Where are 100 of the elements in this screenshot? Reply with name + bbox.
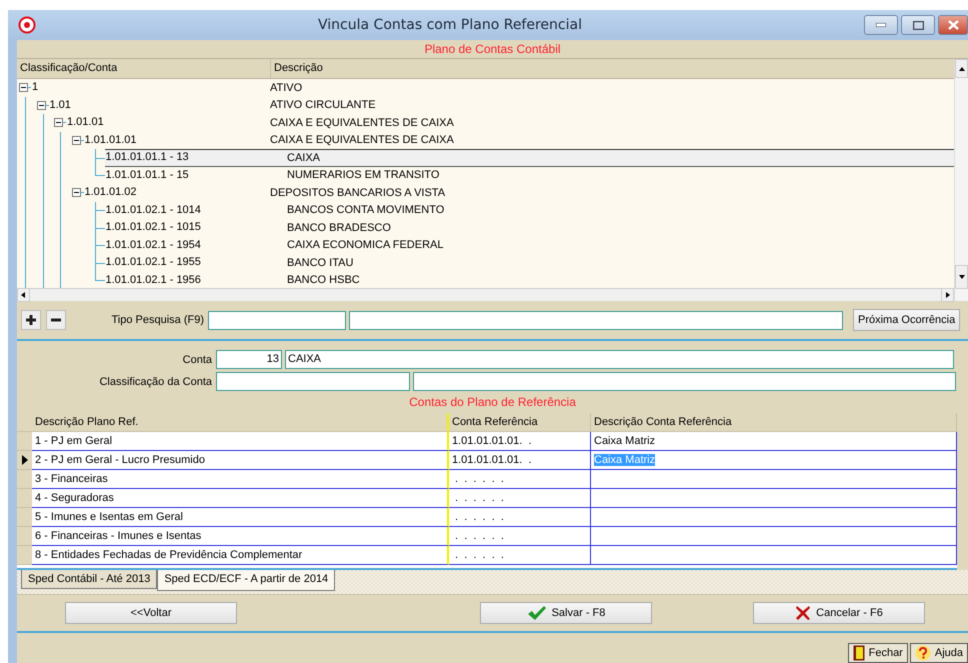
account-code: 1.01.01.02.1 - 1954 xyxy=(104,238,201,252)
column-header[interactable]: Descrição xyxy=(271,59,954,78)
tab[interactable]: Sped Contábil - Até 2013 xyxy=(21,570,158,589)
table-cell[interactable] xyxy=(591,546,957,565)
account-name-field[interactable]: CAIXA xyxy=(285,350,954,369)
account-description: CAIXA E EQUIVALENTES DE CAIXA xyxy=(270,134,454,146)
close-button[interactable]: Fechar xyxy=(848,643,908,663)
table-cell[interactable]: 2 - PJ em Geral - Lucro Presumido xyxy=(32,451,449,470)
table-cell[interactable]: 3 - Financeiras xyxy=(32,470,449,489)
account-description: CAIXA ECONOMICA FEDERAL xyxy=(286,239,444,252)
section-heading: Plano de Contas Contábil xyxy=(423,41,562,58)
tree-row-highlight[interactable]: 1 xyxy=(31,79,270,96)
column-header[interactable]: Classificação/Conta xyxy=(17,59,271,78)
vertical-scrollbar[interactable] xyxy=(954,59,968,301)
account-code: 1.01.01 xyxy=(66,115,104,130)
account-description: BANCOS CONTA MOVIMENTO xyxy=(286,204,444,216)
account-code: 1.01.01.02.1 - 1956 xyxy=(104,272,201,288)
table-cell[interactable] xyxy=(591,508,957,527)
tree-row-highlight[interactable]: CAIXA xyxy=(270,149,954,166)
expand-all-button[interactable] xyxy=(21,310,41,330)
tree-row-highlight[interactable]: BANCO BRADESCO xyxy=(270,219,954,236)
table-cell[interactable]: . . . . . . xyxy=(449,489,591,508)
down-arrow-icon xyxy=(958,273,966,281)
left-arrow-icon xyxy=(20,291,28,299)
minimize-icon xyxy=(876,23,886,27)
tree-row-highlight[interactable]: ATIVO xyxy=(270,79,954,96)
tree-row-highlight[interactable]: 1.01.01.02 xyxy=(84,184,270,202)
next-occurrence-button[interactable]: Próxima Ocorrência xyxy=(853,309,960,331)
account-code: 1.01.01.02 xyxy=(84,185,136,200)
search-field[interactable] xyxy=(349,310,843,330)
tree-row-highlight[interactable]: BANCO HSBC xyxy=(270,272,954,288)
table-cell[interactable] xyxy=(591,527,957,546)
account-code: 1.01.01.01.1 - 13 xyxy=(104,150,189,165)
table-cell[interactable]: 6 - Financeiras - Imunes e Isentas xyxy=(32,527,449,546)
tree-row-highlight[interactable]: 1.01.01.02.1 - 1956 xyxy=(104,272,270,288)
tree-row-highlight[interactable]: CAIXA E EQUIVALENTES DE CAIXA xyxy=(270,114,954,132)
account-label: Conta xyxy=(182,354,213,366)
minimize-button[interactable] xyxy=(864,15,898,35)
tree-row-highlight[interactable]: 1.01.01.01 xyxy=(84,132,270,149)
tree-row-highlight[interactable]: 1.01.01.02.1 - 1954 xyxy=(104,236,270,254)
account-code: 1.01.01.01 xyxy=(84,132,136,148)
table-cell[interactable]: 8 - Entidades Fechadas de Previdência Complementar xyxy=(32,546,449,565)
table-cell[interactable] xyxy=(591,470,957,489)
column-header[interactable]: Conta Referência xyxy=(449,413,591,432)
close-icon xyxy=(795,605,812,621)
help-button[interactable]: Ajuda xyxy=(910,643,968,663)
column-header[interactable]: Descrição Conta Referência xyxy=(591,413,957,432)
tree-row-highlight[interactable]: BANCOS CONTA MOVIMENTO xyxy=(270,202,954,219)
close-button[interactable] xyxy=(938,15,968,35)
tree-row-highlight[interactable]: 1.01 xyxy=(48,96,270,114)
horizontal-scrollbar[interactable] xyxy=(17,288,954,301)
search-type-field[interactable] xyxy=(208,310,346,330)
column-header[interactable]: Descrição Plano Ref. xyxy=(32,413,449,432)
close-icon xyxy=(948,20,958,30)
table-cell[interactable]: 5 - Imunes e Isentas em Geral xyxy=(32,508,449,527)
classification-description-field[interactable] xyxy=(413,372,956,391)
classification-field[interactable] xyxy=(216,372,410,391)
table-cell[interactable] xyxy=(591,489,957,508)
table-cell[interactable]: 1.01.01.01.01. . xyxy=(449,451,591,470)
collapse-all-button[interactable] xyxy=(46,310,66,330)
table-cell[interactable]: . . . . . . xyxy=(449,546,591,565)
checkmark-icon xyxy=(526,605,547,621)
account-code: 1.01 xyxy=(48,98,71,112)
table-cell[interactable]: 1.01.01.01.01. . xyxy=(449,432,591,451)
tree-row-highlight[interactable]: 1.01.01.01.1 - 13 xyxy=(104,149,270,166)
tree-row-highlight[interactable]: 1.01.01.02.1 - 1014 xyxy=(104,202,270,219)
window-title: Vincula Contas com Plano Referencial xyxy=(317,17,583,33)
tree-row-highlight[interactable]: 1.01.01.01.1 - 15 xyxy=(104,166,270,184)
account-description: NUMERARIOS EM TRANSITO xyxy=(286,169,440,182)
table-cell[interactable]: . . . . . . xyxy=(449,527,591,546)
tree-row-highlight[interactable]: CAIXA ECONOMICA FEDERAL xyxy=(270,236,954,254)
account-description: CAIXA E EQUIVALENTES DE CAIXA xyxy=(270,116,454,129)
account-code: 1.01.01.02.1 - 1014 xyxy=(104,202,201,218)
tree-row-highlight[interactable]: ATIVO CIRCULANTE xyxy=(270,96,954,114)
tree-row-highlight[interactable]: DEPOSITOS BANCARIOS A VISTA xyxy=(270,184,954,202)
row-header[interactable] xyxy=(17,451,32,470)
table-cell[interactable]: 4 - Seguradoras xyxy=(32,489,449,508)
table-cell[interactable]: Caixa Matriz xyxy=(591,432,957,451)
tree-row-highlight[interactable]: NUMERARIOS EM TRANSITO xyxy=(270,166,954,184)
account-code-field[interactable]: 13 xyxy=(216,350,282,369)
save-button[interactable]: Salvar - F8 xyxy=(480,602,652,624)
cancel-button[interactable]: Cancelar - F6 xyxy=(753,602,925,624)
tree-row-highlight[interactable]: 1.01.01.02.1 - 1955 xyxy=(104,254,270,272)
back-button[interactable]: <<Voltar xyxy=(65,602,237,624)
app-icon xyxy=(18,16,36,34)
maximize-button[interactable] xyxy=(901,15,935,35)
table-cell[interactable]: . . . . . . xyxy=(449,470,591,489)
tree-row-highlight[interactable]: CAIXA E EQUIVALENTES DE CAIXA xyxy=(270,132,954,149)
tab[interactable]: Sped ECD/ECF - A partir de 2014 xyxy=(157,570,336,591)
table-cell[interactable]: 1 - PJ em Geral xyxy=(32,432,449,451)
section-heading: Contas do Plano de Referência xyxy=(408,394,577,411)
account-description: BANCO HSBC xyxy=(286,274,360,286)
tree-row-highlight[interactable]: 1.01.01.02.1 - 1015 xyxy=(104,219,270,236)
tree-row-highlight[interactable]: 1.01.01 xyxy=(66,114,270,132)
tree-row-highlight[interactable]: BANCO ITAU xyxy=(270,254,954,272)
account-code: 1.01.01.01.1 - 15 xyxy=(104,168,189,182)
table-cell[interactable]: . . . . . . xyxy=(449,508,591,527)
search-label: Tipo Pesquisa (F9) xyxy=(110,314,205,326)
account-description: CAIXA xyxy=(286,152,320,164)
up-arrow-icon xyxy=(958,64,966,72)
